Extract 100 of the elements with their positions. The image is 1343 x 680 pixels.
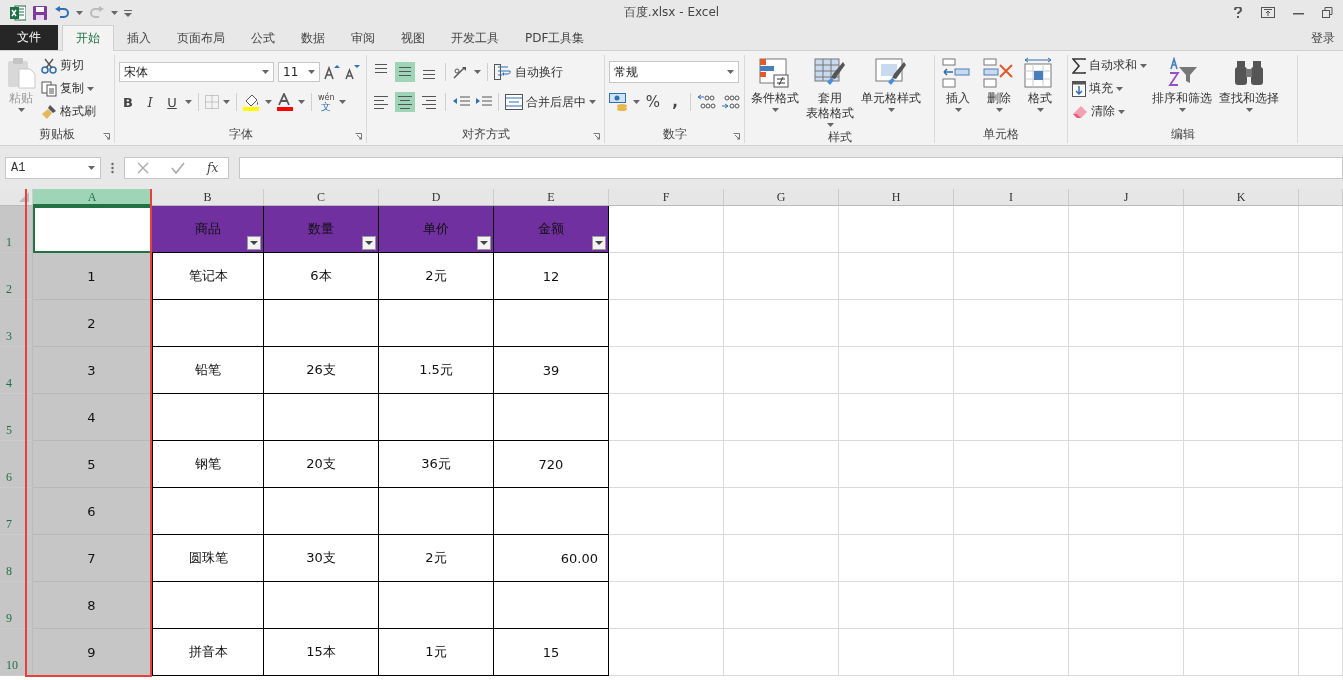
format-cells-button[interactable]: 格式 xyxy=(1021,55,1059,125)
caret-icon[interactable] xyxy=(1118,109,1125,114)
column-header[interactable]: J xyxy=(1069,189,1184,206)
more-icon[interactable] xyxy=(111,161,114,174)
cut-button[interactable]: 剪切 xyxy=(41,55,96,76)
insert-cells-button[interactable]: 插入 xyxy=(939,55,977,125)
bold-button[interactable]: B xyxy=(119,94,137,110)
save-icon[interactable] xyxy=(32,4,48,21)
caret-icon[interactable] xyxy=(887,108,895,112)
file-tab[interactable]: 文件 xyxy=(0,25,58,50)
filter-dropdown-icon[interactable] xyxy=(592,236,606,250)
fill-color-icon[interactable] xyxy=(243,93,261,111)
caret-icon[interactable] xyxy=(474,70,481,74)
format-painter-button[interactable]: 格式刷 xyxy=(41,101,96,122)
comma-style-button[interactable]: , xyxy=(666,93,684,111)
row-header[interactable]: 6 xyxy=(0,441,33,488)
row-header[interactable]: 7 xyxy=(0,488,33,535)
copy-button[interactable]: 复制 xyxy=(41,78,96,99)
caret-icon[interactable] xyxy=(826,123,834,127)
ribbon-display-icon[interactable] xyxy=(1261,7,1275,18)
name-box[interactable]: A1 xyxy=(5,156,101,179)
caret-icon[interactable] xyxy=(771,108,779,112)
center-button[interactable] xyxy=(395,92,415,112)
ribbon-tab[interactable]: 页面布局 xyxy=(164,26,238,50)
ribbon-tab[interactable]: 开发工具 xyxy=(438,26,512,50)
currency-icon[interactable] xyxy=(609,93,629,111)
caret-icon[interactable] xyxy=(76,10,83,15)
column-header[interactable]: E xyxy=(494,189,609,206)
row-header[interactable]: 2 xyxy=(0,253,33,300)
decrease-indent-icon[interactable] xyxy=(452,95,470,109)
phonetic-guide-button[interactable]: wén 文 xyxy=(318,93,335,111)
caret-icon[interactable] xyxy=(727,70,734,74)
italic-button[interactable]: I xyxy=(141,94,159,110)
decrease-font-size-icon[interactable] xyxy=(344,64,360,80)
column-header[interactable]: I xyxy=(954,189,1069,206)
column-header[interactable]: D xyxy=(379,189,494,206)
increase-indent-icon[interactable] xyxy=(474,95,492,109)
wrap-text-button[interactable]: 自动换行 xyxy=(494,61,563,83)
caret-icon[interactable] xyxy=(87,86,94,91)
column-header[interactable]: B xyxy=(152,189,264,206)
caret-icon[interactable] xyxy=(298,100,305,104)
customize-icon[interactable] xyxy=(124,8,132,17)
sign-in-link[interactable]: 登录 xyxy=(1303,26,1343,50)
column-header[interactable]: A xyxy=(33,189,152,206)
caret-icon[interactable] xyxy=(1140,63,1147,68)
autosum-button[interactable]: 自动求和 xyxy=(1072,55,1147,76)
find-select-button[interactable]: 查找和选择 xyxy=(1217,55,1281,125)
formula-input[interactable] xyxy=(239,156,1343,179)
column-header[interactable]: K xyxy=(1184,189,1299,206)
caret-icon[interactable] xyxy=(1178,108,1186,112)
table-button[interactable]: 套用 表格格式 xyxy=(804,55,856,129)
caret-icon[interactable] xyxy=(185,100,192,104)
fill-button[interactable]: 填充 xyxy=(1072,78,1147,99)
ribbon-tab[interactable]: 公式 xyxy=(238,26,288,50)
row-header[interactable]: 1 xyxy=(0,206,33,253)
merge-center-button[interactable]: 合并后居中 xyxy=(505,91,596,113)
ribbon-tab[interactable]: 审阅 xyxy=(338,26,388,50)
clear-button[interactable]: 清除 xyxy=(1072,101,1147,122)
filter-dropdown-icon[interactable] xyxy=(362,236,376,250)
caret-icon[interactable] xyxy=(1036,108,1044,112)
select-all-button[interactable] xyxy=(0,189,33,206)
caret-icon[interactable] xyxy=(633,100,640,104)
dialog-launcher-icon[interactable] xyxy=(733,133,740,140)
row-header[interactable]: 5 xyxy=(0,394,33,441)
row-header[interactable]: 3 xyxy=(0,300,33,347)
percent-style-button[interactable]: % xyxy=(644,93,662,111)
column-header[interactable]: F xyxy=(609,189,724,206)
caret-icon[interactable] xyxy=(262,70,269,74)
caret-icon[interactable] xyxy=(589,100,596,104)
column-header[interactable]: C xyxy=(264,189,379,206)
font-name-dropdown[interactable]: 宋体 xyxy=(119,62,274,82)
cell-style-button[interactable]: 单元格样式 xyxy=(859,55,923,129)
caret-icon[interactable] xyxy=(88,165,95,170)
ribbon-tab[interactable]: 视图 xyxy=(388,26,438,50)
caret-icon[interactable] xyxy=(1116,86,1123,91)
caret-icon[interactable] xyxy=(338,100,346,104)
underline-button[interactable]: U xyxy=(163,94,181,110)
ribbon-tab[interactable]: 开始 xyxy=(62,25,114,51)
caret-icon[interactable] xyxy=(111,10,118,15)
dialog-launcher-icon[interactable] xyxy=(593,133,600,140)
row-header[interactable]: 4 xyxy=(0,347,33,394)
row-header[interactable]: 8 xyxy=(0,535,33,582)
ribbon-tab[interactable]: 插入 xyxy=(114,26,164,50)
caret-icon[interactable] xyxy=(265,100,272,104)
enter-checkmark-icon[interactable] xyxy=(171,161,185,174)
decrease-decimal-icon[interactable] xyxy=(721,93,741,111)
row-header[interactable]: 9 xyxy=(0,582,33,629)
filter-dropdown-icon[interactable] xyxy=(477,236,491,250)
filter-dropdown-icon[interactable] xyxy=(247,236,261,250)
ribbon-tab[interactable]: PDF工具集 xyxy=(512,26,598,50)
dialog-launcher-icon[interactable] xyxy=(103,133,110,140)
conditional-formatting-button[interactable]: 条件格式 xyxy=(749,55,801,129)
caret-icon[interactable] xyxy=(1245,108,1253,112)
number-format-dropdown[interactable]: 常规 xyxy=(609,61,739,83)
caret-icon[interactable] xyxy=(308,70,315,74)
delete-cells-button[interactable]: 删除 xyxy=(980,55,1018,125)
insert-function-button[interactable]: fx xyxy=(207,160,219,175)
increase-font-size-icon[interactable] xyxy=(324,64,340,80)
font-size-dropdown[interactable]: 11 xyxy=(278,62,320,82)
row-header[interactable]: 10 xyxy=(0,629,33,676)
